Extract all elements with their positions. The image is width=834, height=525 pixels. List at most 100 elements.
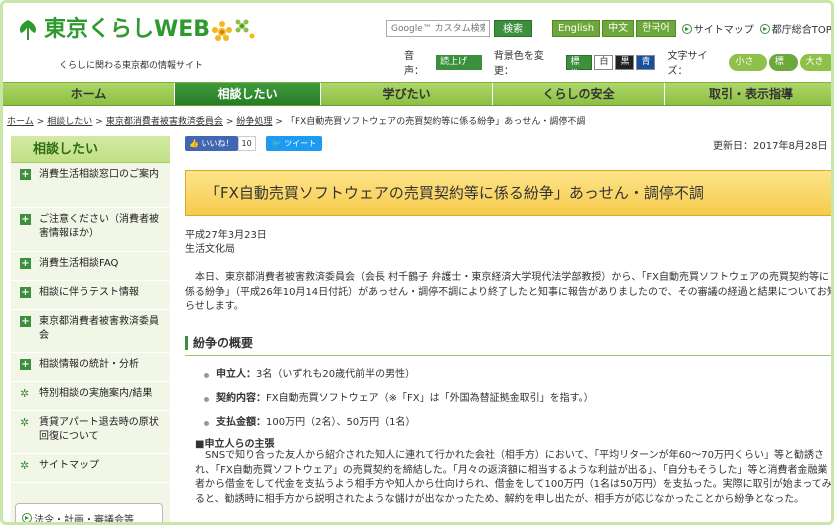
lang-korean-button[interactable]: 한국어 [636, 20, 676, 37]
sidebar-item-label: 賃貸アパート退去時の原状回復について [39, 417, 159, 442]
plus-icon: + [20, 169, 31, 180]
nav-home[interactable]: ホーム [3, 83, 175, 105]
read-aloud-button[interactable]: 読上げ ◀) [436, 54, 482, 82]
sidebar-item-label: 東京都消費者被害救済委員会 [39, 316, 159, 341]
search-button[interactable]: 検索 [494, 20, 532, 37]
sidebar-item-statistics[interactable]: + 相談情報の統計・分析 [11, 353, 170, 382]
intro-paragraph: 本日、東京都消費者被害救済委員会（会長 村千鶴子 弁護士・東京経済大学現代法学部… [185, 272, 834, 312]
sidebar-item-caution[interactable]: + ご注意ください（消費者被害情報ほか） [11, 208, 170, 252]
tweet-button[interactable]: 🐦 ツイート [265, 136, 323, 151]
nav-trade[interactable]: 取引・表示指導 [665, 83, 831, 105]
bg-blue-button[interactable]: 青 [636, 54, 656, 70]
bullet-label: 支払金額： [216, 417, 266, 428]
breadcrumb-separator: > [95, 117, 103, 127]
sidebar-item-label: 相談に伴うテスト情報 [39, 287, 139, 298]
share-buttons: 👍 いいね！ 10 🐦 ツイート [185, 136, 323, 151]
sidebar-item-consult-window[interactable]: + 消費生活相談窓口のご案内 [11, 163, 170, 208]
sidebar-laws-label: 法令・計画・審議会等 [34, 514, 134, 525]
fontsize-small-button[interactable]: 小さく [729, 53, 767, 84]
bird-icon: 🐦 [271, 139, 285, 148]
list-item: 契約内容：FX自動売買ソフトウェア（※「FX」は「外国為替証拠金取引」を指す。） [203, 392, 831, 406]
plus-icon: + [20, 359, 31, 370]
nav-learn[interactable]: 学びたい [321, 83, 493, 105]
breadcrumb: ホーム > 相談したい > 東京都消費者被害救済委員会 > 紛争処理 > 「FX自動売買ソフトウ… [7, 114, 585, 127]
fontsize-large-button[interactable]: 大きく [799, 53, 831, 84]
sidebar-item-label: ご注意ください（消費者被害情報ほか） [39, 214, 159, 239]
list-item: 支払金額：100万円（2名）、50万円（1名） [203, 416, 831, 430]
star-icon: ✲ [20, 387, 30, 400]
sidebar-item-apartment[interactable]: ✲ 賃貸アパート退去時の原状回復について [11, 411, 170, 454]
sidebar-item-faq[interactable]: + 消費生活相談FAQ [11, 252, 170, 281]
star-icon: ✲ [20, 459, 30, 472]
sidebar-item-committee[interactable]: + 東京都消費者被害救済委員会 [11, 310, 170, 353]
plus-icon: + [20, 258, 31, 269]
sitemap-link[interactable]: サイトマップ [681, 21, 754, 36]
bullet-label: 申立人： [216, 369, 256, 380]
main-content: 👍 いいね！ 10 🐦 ツイート 更新日：2017年8月28日 「FX自動売買ソ… [185, 133, 834, 522]
bg-black-button[interactable]: 黒 [615, 54, 635, 70]
leaf-logo-icon [19, 20, 37, 41]
lang-english-button[interactable]: English [552, 20, 601, 37]
site-logo[interactable]: 東京くらしWEB [15, 16, 256, 44]
plus-icon: + [20, 316, 31, 327]
plus-icon: + [20, 287, 31, 298]
list-item: 申立人：3名（いずれも20歳代前半の男性） [203, 368, 831, 382]
fontsize-label: 文字サイズ： [667, 51, 708, 77]
tokyo-top-link-label: 都庁総合TOP [771, 25, 832, 36]
bg-white-button[interactable]: 白 [594, 54, 614, 70]
breadcrumb-consult[interactable]: 相談したい [47, 117, 92, 127]
bullet-label: 契約内容： [216, 393, 266, 404]
tweet-label: ツイート [284, 139, 317, 148]
site-tagline: くらしに関わる東京都の情報サイト [59, 61, 204, 71]
publish-date: 平成27年3月23日 [185, 230, 267, 241]
sidebar-item-sitemap[interactable]: ✲ サイトマップ [11, 454, 170, 483]
thumbs-up-icon: 👍 [189, 139, 202, 148]
updated-date: 更新日：2017年8月28日 [713, 141, 828, 152]
bgcolor-label: 背景色を変更： [493, 51, 544, 77]
voice-label: 音声： [404, 51, 424, 77]
sidebar: 相談したい + 消費生活相談窓口のご案内 + ご注意ください（消費者被害情報ほか） … [11, 136, 170, 525]
sidebar-laws-link[interactable]: 法令・計画・審議会等 [15, 503, 163, 525]
circle-arrow-icon [759, 23, 770, 34]
sidebar-item-label: 特別相談の実施案内/結果 [39, 388, 153, 399]
fontsize-standard-button[interactable]: 標準 [768, 53, 798, 84]
bullet-text: FX自動売買ソフトウェア（※「FX」は「外国為替証拠金取引」を指す。） [266, 393, 594, 404]
sidebar-item-special-consult[interactable]: ✲ 特別相談の実施案内/結果 [11, 382, 170, 411]
sitemap-link-label: サイトマップ [693, 25, 754, 36]
breadcrumb-dispute[interactable]: 紛争処理 [236, 117, 272, 127]
plus-icon: + [20, 214, 31, 225]
sidebar-item-label: 相談情報の統計・分析 [39, 359, 139, 370]
breadcrumb-committee[interactable]: 東京都消費者被害救済委員会 [106, 117, 223, 127]
facebook-like-button[interactable]: 👍 いいね！ [185, 136, 238, 151]
breadcrumb-separator: > [36, 117, 45, 127]
sidebar-item-label: 消費生活相談窓口のご案内 [39, 169, 159, 180]
section-heading: 紛争の概要 [185, 332, 831, 356]
breadcrumb-home[interactable]: ホーム [7, 117, 34, 127]
header-search-row: 検索 English 中文 한국어 サイトマップ 都庁総合TOP [386, 20, 832, 37]
sidebar-item-label: サイトマップ [39, 460, 99, 471]
accessibility-tools: 音声： 読上げ ◀) 背景色を変更： 標準 白 黒 青 文字サイズ： 小さく 標… [404, 47, 831, 84]
sidebar-title: 相談したい [11, 136, 170, 163]
like-label: いいね！ [201, 139, 234, 148]
lang-chinese-button[interactable]: 中文 [602, 20, 635, 37]
like-count: 10 [237, 136, 256, 151]
nav-consult[interactable]: 相談したい [175, 83, 321, 105]
bg-standard-button[interactable]: 標準 [565, 54, 593, 80]
browser-frame: 東京くらしWEB くらしに関わる東京都の情報サイト 検索 English 中文 [0, 0, 834, 525]
speaker-icon: ◀) [440, 71, 451, 82]
bullet-text: 100万円（2名）、50万円（1名） [266, 417, 416, 428]
tokyo-top-link[interactable]: 都庁総合TOP [759, 21, 832, 36]
logo-text: 東京くらしWEB [44, 17, 211, 42]
search-input[interactable] [386, 20, 490, 37]
breadcrumb-separator: > [275, 117, 283, 127]
star-icon: ✲ [20, 416, 30, 429]
nav-safety[interactable]: くらしの安全 [493, 83, 665, 105]
sidebar-item-test-info[interactable]: + 相談に伴うテスト情報 [11, 281, 170, 310]
global-nav: ホーム 相談したい 学びたい くらしの安全 取引・表示指導 [3, 82, 831, 106]
page-title: 「FX自動売買ソフトウェアの売買契約等に係る紛争」あっせん・調停不調 [185, 170, 831, 216]
claim-heading: ■申立人らの主張 [195, 439, 275, 450]
breadcrumb-separator: > [225, 117, 234, 127]
site-header: 東京くらしWEB くらしに関わる東京都の情報サイト 検索 English 中文 [3, 3, 832, 84]
circle-arrow-icon [681, 23, 692, 34]
sidebar-item-label: 消費生活相談FAQ [39, 258, 119, 269]
